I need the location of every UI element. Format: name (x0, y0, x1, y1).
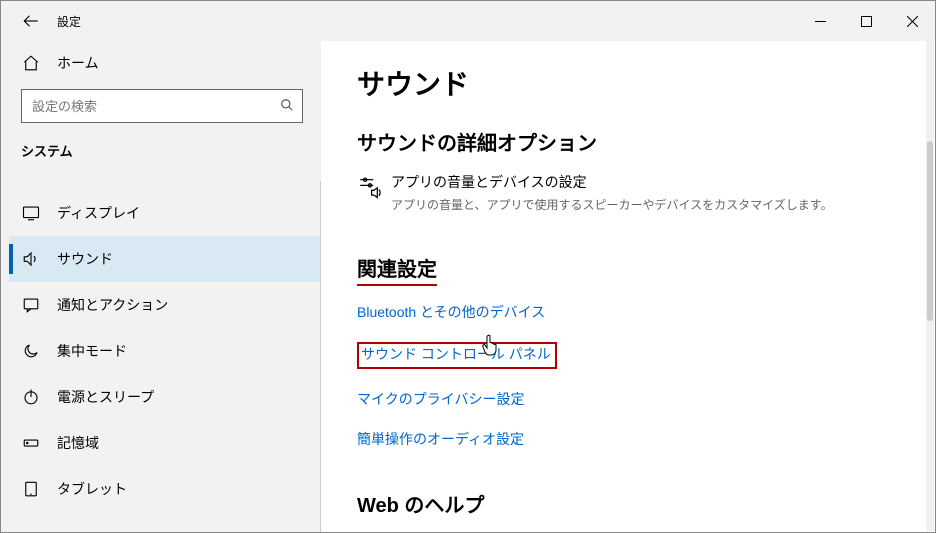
titlebar: 設定 (1, 1, 935, 41)
advanced-options-heading: サウンドの詳細オプション (357, 127, 899, 156)
home-nav[interactable]: ホーム (9, 41, 321, 85)
window-title: 設定 (49, 13, 81, 30)
link-sound-control-panel[interactable]: サウンド コントロール パネル (361, 346, 551, 362)
moon-icon (21, 342, 41, 360)
sliders-sound-icon (357, 172, 391, 205)
sidebar-item-label: ディスプレイ (41, 203, 140, 223)
home-label: ホーム (41, 53, 99, 73)
tablet-icon (21, 480, 41, 498)
sidebar-item-label: 電源とスリープ (41, 387, 154, 407)
scrollbar[interactable] (926, 41, 934, 531)
display-icon (21, 204, 41, 222)
web-help-heading: Web のヘルプ (357, 489, 899, 518)
highlighted-link-wrapper: サウンド コントロール パネル (357, 342, 557, 369)
power-icon (21, 388, 41, 406)
sidebar-item-display[interactable]: ディスプレイ (9, 190, 321, 236)
sidebar-item-label: 記憶域 (41, 433, 99, 453)
home-icon (21, 54, 41, 72)
sidebar-item-label: 通知とアクション (41, 295, 168, 315)
page-title: サウンド (357, 63, 899, 103)
content-pane: サウンド サウンドの詳細オプション アプリの音量とデバイスの設定 アプリの音量と… (321, 41, 935, 532)
sidebar-item-power[interactable]: 電源とスリープ (9, 374, 321, 420)
sidebar-item-focus-assist[interactable]: 集中モード (9, 328, 321, 374)
search-input[interactable] (22, 99, 272, 114)
close-button[interactable] (889, 5, 935, 37)
search-icon (272, 98, 302, 115)
sidebar: ホーム システム ディスプレイ (1, 41, 321, 532)
sidebar-item-storage[interactable]: 記憶域 (9, 420, 321, 466)
sidebar-item-sound[interactable]: サウンド (9, 236, 321, 282)
sidebar-section: システム (9, 135, 321, 170)
sidebar-item-label: タブレット (41, 479, 127, 499)
app-volume-devices-option[interactable]: アプリの音量とデバイスの設定 アプリの音量と、アプリで使用するスピーカーやデバイ… (357, 172, 899, 213)
link-mic-privacy[interactable]: マイクのプライバシー設定 (357, 389, 524, 409)
link-ease-of-access-audio[interactable]: 簡単操作のオーディオ設定 (357, 429, 524, 449)
scrollbar-thumb[interactable] (927, 141, 933, 321)
sidebar-item-label: 集中モード (41, 341, 127, 361)
message-icon (21, 296, 41, 314)
minimize-button[interactable] (797, 5, 843, 37)
link-bluetooth-devices[interactable]: Bluetooth とその他のデバイス (357, 302, 545, 322)
sidebar-item-notifications[interactable]: 通知とアクション (9, 282, 321, 328)
sound-icon (21, 250, 41, 268)
search-box[interactable] (21, 89, 303, 123)
back-button[interactable] (13, 3, 49, 39)
option-title: アプリの音量とデバイスの設定 (391, 172, 833, 192)
sidebar-item-tablet[interactable]: タブレット (9, 466, 321, 512)
related-settings-heading: 関連設定 (357, 253, 899, 286)
storage-icon (21, 434, 41, 452)
option-description: アプリの音量と、アプリで使用するスピーカーやデバイスをカスタマイズします。 (391, 196, 833, 213)
sidebar-item-label: サウンド (41, 249, 113, 269)
maximize-button[interactable] (843, 5, 889, 37)
